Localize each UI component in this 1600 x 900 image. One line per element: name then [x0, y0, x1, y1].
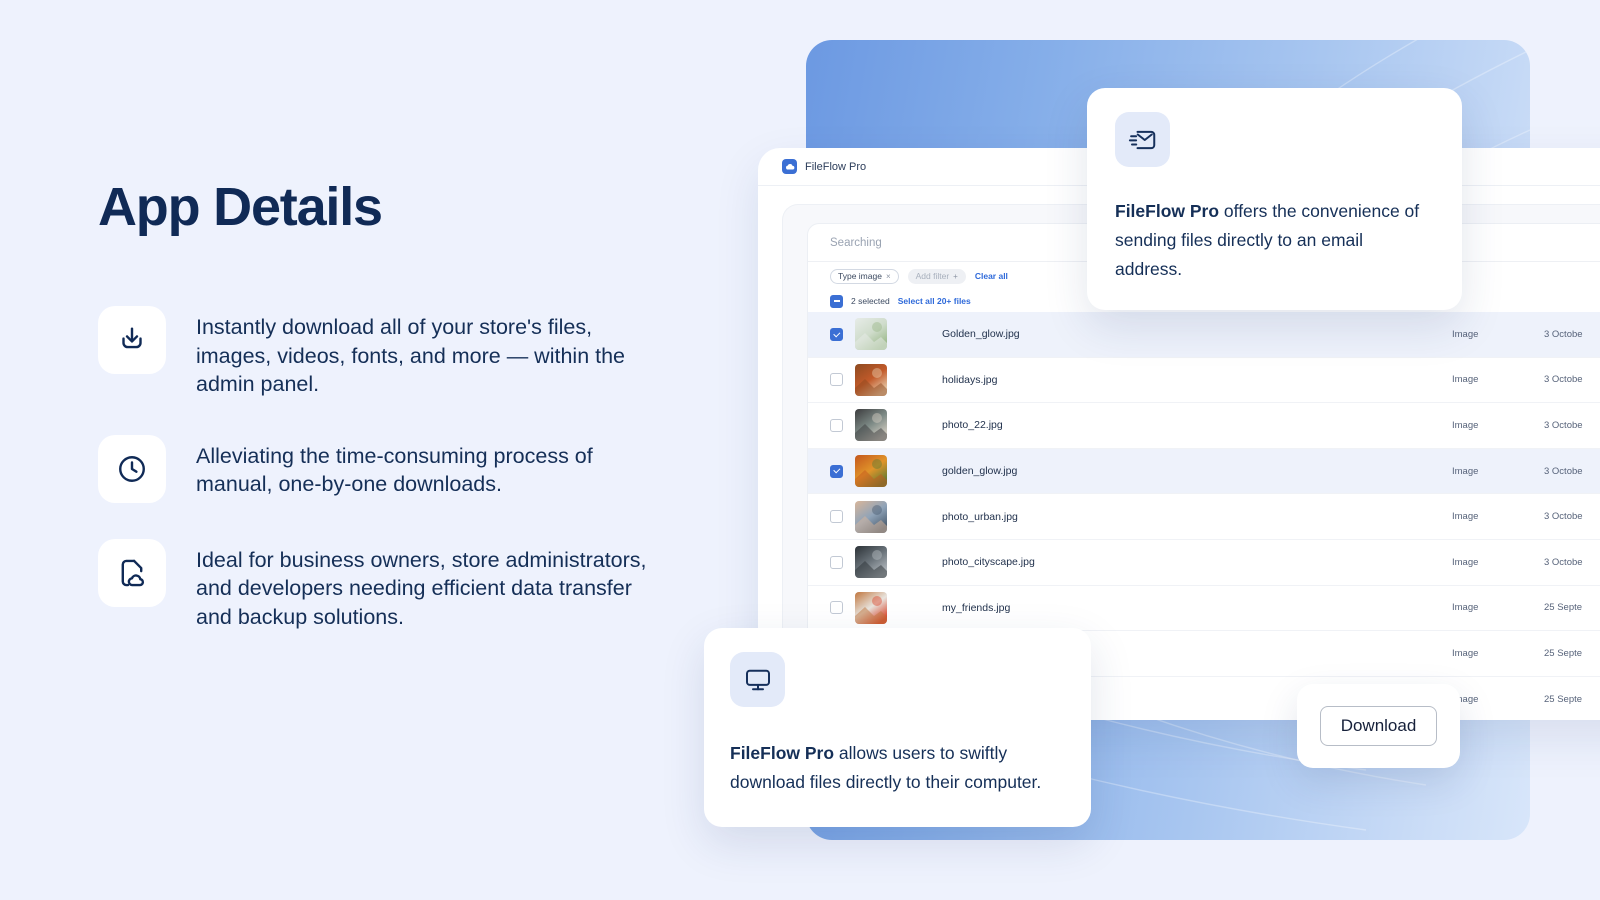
file-thumbnail — [855, 409, 887, 442]
file-thumbnail — [855, 363, 887, 396]
table-row[interactable]: photo_22.jpg Image 3 Octobe — [808, 403, 1600, 449]
selected-count: 2 selected — [851, 296, 890, 306]
feature-text: Ideal for business owners, store adminis… — [196, 547, 647, 629]
file-date: 3 Octobe — [1544, 328, 1583, 340]
app-details-section: App Details Instantly download all of yo… — [98, 180, 698, 667]
file-thumbnail — [855, 318, 887, 351]
row-checkbox[interactable] — [830, 373, 843, 387]
file-cloud-icon — [98, 538, 166, 607]
file-type: Image — [1452, 511, 1479, 523]
download-box-icon — [98, 306, 166, 374]
file-type: Image — [1452, 465, 1479, 477]
table-row[interactable]: golden_glow.jpg Image 3 Octobe — [808, 448, 1600, 495]
file-name: holidays.jpg — [942, 373, 998, 386]
file-name: golden_glow.jpg — [942, 465, 1018, 478]
file-thumbnail — [855, 500, 887, 533]
close-icon[interactable]: × — [886, 272, 891, 281]
file-date: 3 Octobe — [1544, 374, 1583, 386]
download-card: Download — [1297, 684, 1460, 768]
file-name: photo_cityscape.jpg — [942, 556, 1035, 569]
brand-name: FileFlow Pro — [730, 743, 835, 763]
file-type: Image — [1452, 693, 1479, 705]
app-name: FileFlow Pro — [805, 160, 867, 173]
file-thumbnail — [855, 455, 887, 488]
file-name: photo_urban.jpg — [942, 510, 1018, 523]
file-thumbnail — [855, 591, 887, 624]
add-filter-chip[interactable]: Add filter + — [907, 268, 966, 284]
search-input[interactable]: Searching — [830, 237, 882, 249]
file-date: 3 Octobe — [1544, 556, 1583, 568]
clock-icon — [98, 434, 166, 503]
row-checkbox[interactable] — [830, 418, 843, 432]
plus-icon: + — [953, 271, 958, 281]
file-date: 25 Septe — [1544, 647, 1583, 659]
cloud-icon — [782, 159, 797, 174]
select-all-files-link[interactable]: Select all 20+ files — [898, 296, 971, 306]
table-row[interactable]: photo_cityscape.jpg Image 3 Octobe — [808, 539, 1600, 586]
select-all-checkbox[interactable] — [830, 294, 843, 308]
table-row[interactable]: photo_urban.jpg Image 3 Octobe — [808, 494, 1600, 540]
brand-name: FileFlow Pro — [1115, 201, 1220, 221]
feature-item-download: Instantly download all of your store's f… — [98, 306, 698, 399]
file-name: Golden_glow.jpg — [942, 328, 1020, 341]
table-row[interactable]: my_friends.jpg Image 25 Septe — [808, 585, 1600, 632]
table-row[interactable]: holidays.jpg Image 3 Octobe — [808, 357, 1600, 404]
page-title: App Details — [98, 177, 383, 237]
callout-text-email: FileFlow Pro offers the convenience of s… — [1115, 197, 1434, 284]
file-name: my_friends.jpg — [942, 601, 1011, 614]
monitor-icon — [730, 652, 785, 707]
row-checkbox[interactable] — [830, 464, 843, 478]
row-checkbox[interactable] — [830, 601, 843, 615]
feature-text: Alleviating the time-consuming process o… — [196, 443, 593, 497]
table-row[interactable]: Golden_glow.jpg Image 3 Octobe — [808, 312, 1600, 358]
page-root: App Details Instantly download all of yo… — [0, 0, 1600, 900]
feature-item-audience: Ideal for business owners, store adminis… — [98, 538, 698, 632]
send-email-icon — [1115, 112, 1170, 167]
row-checkbox[interactable] — [830, 555, 843, 569]
filter-chip-type-image[interactable]: Type image × — [830, 268, 899, 284]
feature-item-time: Alleviating the time-consuming process o… — [98, 434, 698, 503]
add-filter-label: Add filter — [915, 271, 950, 281]
file-type: Image — [1452, 419, 1479, 431]
clear-all-link[interactable]: Clear all — [975, 271, 1008, 281]
download-button[interactable]: Download — [1319, 706, 1438, 746]
feature-text: Instantly download all of your store's f… — [196, 315, 626, 396]
file-date: 3 Octobe — [1544, 511, 1583, 523]
callout-card-desktop: FileFlow Pro allows users to swiftly dow… — [704, 628, 1091, 827]
file-date: 25 Septe — [1544, 693, 1583, 705]
callout-card-email: FileFlow Pro offers the convenience of s… — [1087, 88, 1462, 310]
file-date: 25 Septe — [1544, 602, 1583, 614]
row-checkbox[interactable] — [830, 327, 843, 341]
file-type: Image — [1452, 556, 1479, 568]
file-name: photo_22.jpg — [942, 419, 1003, 432]
file-type: Image — [1452, 374, 1479, 386]
filter-chip-label: Type image — [838, 271, 882, 281]
file-thumbnail — [855, 546, 887, 579]
file-date: 3 Octobe — [1544, 465, 1583, 477]
file-type: Image — [1452, 328, 1479, 340]
file-date: 3 Octobe — [1544, 419, 1583, 431]
callout-text-desktop: FileFlow Pro allows users to swiftly dow… — [730, 739, 1065, 797]
row-checkbox[interactable] — [830, 510, 843, 524]
file-type: Image — [1452, 602, 1479, 614]
file-type: Image — [1452, 647, 1479, 659]
